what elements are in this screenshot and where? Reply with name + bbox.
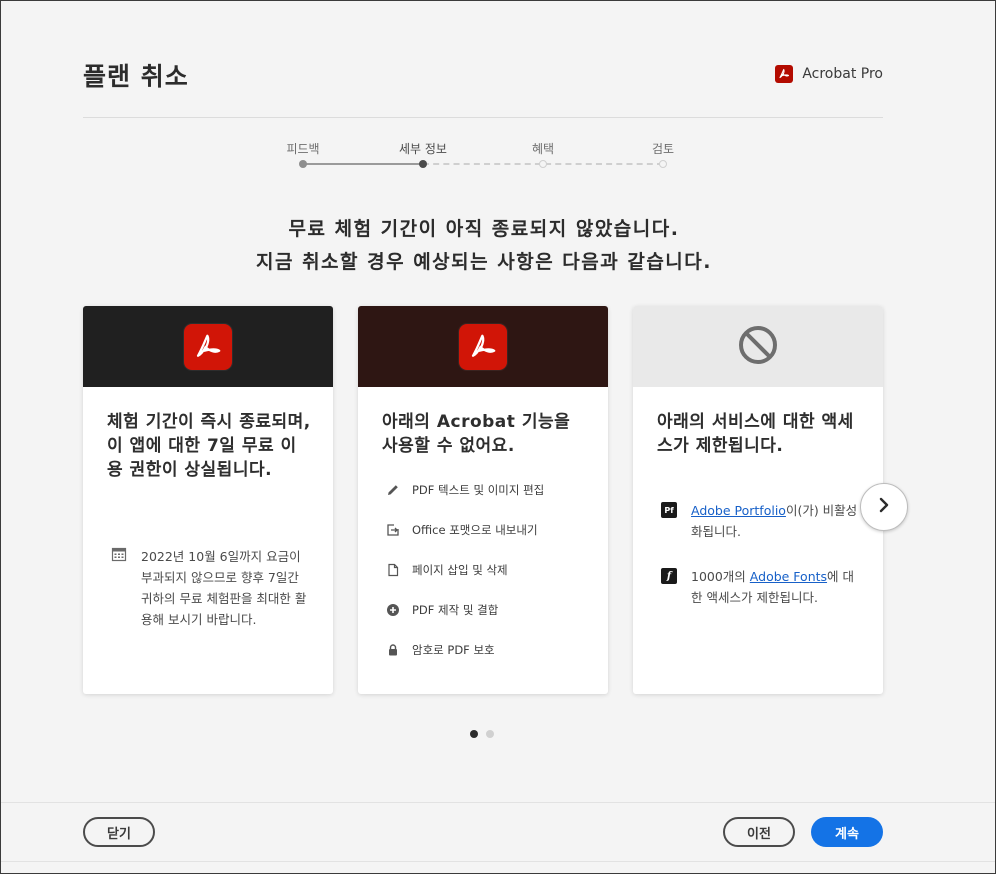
card-title: 체험 기간이 즉시 종료되며, 이 앱에 대한 7일 무료 이용 권한이 상실됩…: [107, 412, 311, 480]
previous-button[interactable]: 이전: [723, 817, 795, 847]
card-title: 아래의 Acrobat 기능을 사용할 수 없어요.: [382, 412, 571, 456]
lock-icon: [386, 643, 400, 657]
step-dot-benefits: [539, 160, 547, 168]
feature-label: Office 포맷으로 내보내기: [412, 523, 538, 537]
acrobat-pdf-icon: [459, 323, 507, 370]
acrobat-logo-icon: [775, 65, 794, 83]
step-label-review: 검토: [651, 142, 675, 156]
carousel-pager: [470, 730, 494, 738]
plus-circle-icon: [386, 603, 400, 617]
service-item-fonts: f 1000개의 Adobe Fonts에 대한 액세스가 제한됩니다.: [661, 566, 859, 608]
service-text: Adobe Portfolio이(가) 비활성화됩니다.: [691, 500, 859, 542]
headline-line-1: 무료 체험 기간이 아직 종료되지 않았습니다.: [288, 218, 680, 240]
calendar-icon: [111, 546, 127, 630]
prohibited-icon: [737, 324, 779, 370]
step-label-benefits: 혜택: [531, 142, 555, 156]
carousel-next-button[interactable]: [860, 483, 908, 531]
headline: 무료 체험 기간이 아직 종료되지 않았습니다. 지금 취소할 경우 예상되는 …: [1, 213, 967, 279]
card-trial-ends: 체험 기간이 즉시 종료되며, 이 앱에 대한 7일 무료 이용 권한이 상실됩…: [83, 306, 333, 694]
footer-divider: [1, 802, 995, 803]
service-pre: 1000개의: [691, 569, 750, 584]
feature-label: 암호로 PDF 보호: [412, 643, 495, 657]
adobe-portfolio-link[interactable]: Adobe Portfolio: [691, 503, 786, 518]
feature-item: 암호로 PDF 보호: [386, 642, 495, 658]
card-title: 아래의 서비스에 대한 액세스가 제한됩니다.: [657, 412, 854, 456]
pager-dot-active[interactable]: [470, 730, 478, 738]
note-text: 2022년 10월 6일까지 요금이 부과되지 않으므로 향후 7일간 귀하의 …: [141, 549, 307, 627]
feature-label: PDF 텍스트 및 이미지 편집: [412, 483, 545, 497]
service-item-portfolio: Pf Adobe Portfolio이(가) 비활성화됩니다.: [661, 500, 859, 542]
adobe-portfolio-icon: Pf: [661, 502, 677, 518]
card-header: [83, 306, 333, 387]
adobe-fonts-icon: f: [661, 568, 677, 584]
feature-item: Office 포맷으로 내보내기: [386, 522, 538, 538]
close-button[interactable]: 닫기: [83, 817, 155, 847]
page-title: 플랜 취소: [83, 62, 189, 91]
feature-label: 페이지 삽입 및 삭제: [412, 563, 508, 577]
progress-stepper: 피드백 세부 정보 혜택 검토: [243, 136, 723, 176]
card-features-lost: 아래의 Acrobat 기능을 사용할 수 없어요. PDF 텍스트 및 이미지…: [358, 306, 608, 694]
feature-item: PDF 텍스트 및 이미지 편집: [386, 482, 544, 498]
bottom-divider: [1, 861, 995, 862]
header-divider: [83, 117, 883, 118]
card-header: [358, 306, 608, 387]
stepper-line-done: [303, 163, 423, 165]
step-label-details: 세부 정보: [399, 142, 447, 156]
chevron-right-icon: [876, 497, 892, 517]
card-header: [633, 306, 883, 387]
continue-button[interactable]: 계속: [811, 817, 883, 847]
product-label: Acrobat Pro: [775, 65, 883, 83]
headline-line-2: 지금 취소할 경우 예상되는 사항은 다음과 같습니다.: [256, 251, 712, 273]
trial-note: 2022년 10월 6일까지 요금이 부과되지 않으므로 향후 7일간 귀하의 …: [111, 546, 313, 630]
step-label-feedback: 피드백: [286, 142, 320, 156]
step-dot-details: [419, 160, 427, 168]
export-icon: [386, 523, 400, 537]
acrobat-pdf-icon: [184, 323, 232, 370]
adobe-fonts-link[interactable]: Adobe Fonts: [750, 569, 827, 584]
cancel-plan-dialog: 플랜 취소 Acrobat Pro 피드백 세부 정보 혜택 검토 무료 체험 …: [0, 0, 996, 874]
step-dot-feedback: [299, 160, 307, 168]
product-name: Acrobat Pro: [802, 66, 883, 82]
page-icon: [386, 563, 400, 577]
service-text: 1000개의 Adobe Fonts에 대한 액세스가 제한됩니다.: [691, 566, 859, 608]
feature-label: PDF 제작 및 결합: [412, 603, 499, 617]
feature-item: PDF 제작 및 결합: [386, 602, 498, 618]
pencil-icon: [386, 483, 400, 497]
pager-dot[interactable]: [486, 730, 494, 738]
feature-item: 페이지 삽입 및 삭제: [386, 562, 508, 578]
card-services-limited: 아래의 서비스에 대한 액세스가 제한됩니다. Pf Adobe Portfol…: [633, 306, 883, 694]
step-dot-review: [659, 160, 667, 168]
